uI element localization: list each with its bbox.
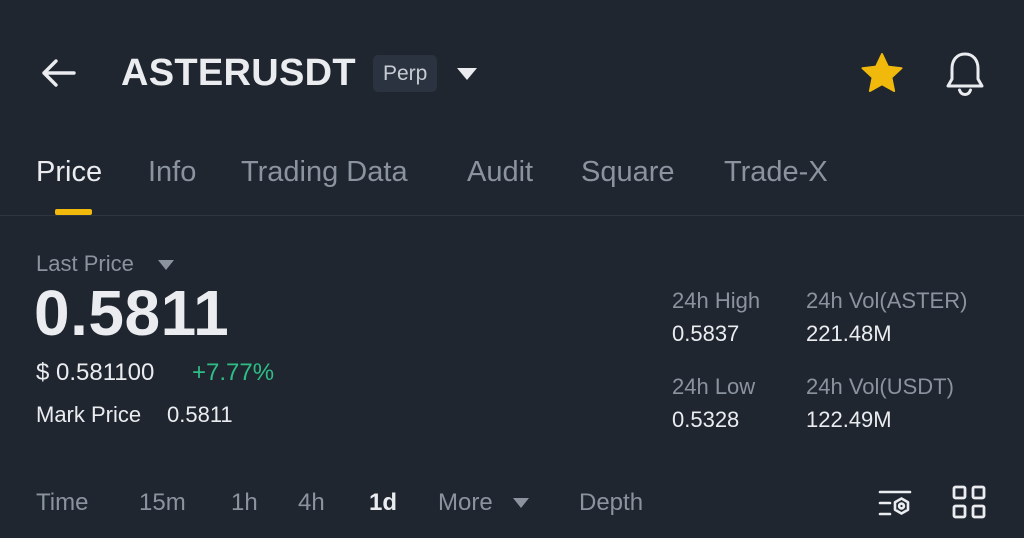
symbol-title[interactable]: ASTERUSDT [121, 50, 356, 96]
timeframe-1d[interactable]: 1d [369, 489, 397, 517]
timeframe-time[interactable]: Time [36, 489, 88, 517]
tab-price[interactable]: Price [36, 153, 102, 191]
timeframe-15m[interactable]: 15m [139, 489, 186, 517]
vol-quote-24h-value: 122.49M [806, 407, 892, 432]
high-24h-label: 24h High [672, 288, 761, 313]
timeframe-more[interactable]: More [438, 489, 493, 517]
low-24h-label: 24h Low [672, 374, 756, 399]
chart-settings-icon[interactable] [877, 484, 915, 522]
caret-down-icon[interactable] [512, 497, 530, 509]
vol-quote-24h-label: 24h Vol(USDT) [806, 374, 954, 399]
high-24h-value: 0.5837 [672, 321, 740, 346]
caret-down-icon[interactable] [455, 66, 479, 82]
vol-base-24h-label: 24h Vol(ASTER) [806, 288, 968, 313]
tabs-divider [0, 215, 1024, 216]
mark-price-label: Mark Price [36, 402, 142, 427]
last-price-label[interactable]: Last Price [36, 251, 134, 277]
grid-icon[interactable] [951, 484, 987, 520]
arrow-left-icon[interactable] [38, 52, 80, 94]
mark-price-value: 0.5811 [167, 402, 233, 427]
caret-down-icon[interactable] [157, 259, 175, 271]
vol-base-24h-value: 221.48M [806, 321, 892, 346]
tab-square[interactable]: Square [581, 153, 675, 191]
timeframe-4h[interactable]: 4h [298, 489, 325, 517]
tab-trading-data[interactable]: Trading Data [241, 153, 408, 191]
tab-audit[interactable]: Audit [467, 153, 533, 191]
timeframe-1h[interactable]: 1h [231, 489, 258, 517]
tab-trade-x[interactable]: Trade-X [724, 153, 828, 191]
low-24h-value: 0.5328 [672, 407, 740, 432]
tab-info[interactable]: Info [148, 153, 196, 191]
depth-tab[interactable]: Depth [579, 489, 643, 517]
usd-price: $ 0.581100 [36, 359, 155, 386]
star-icon[interactable] [858, 50, 906, 98]
last-price-value: 0.5811 [34, 277, 230, 349]
price-change-percent: +7.77% [192, 359, 275, 386]
contract-type-badge: Perp [373, 55, 438, 92]
bell-icon[interactable] [940, 48, 990, 98]
